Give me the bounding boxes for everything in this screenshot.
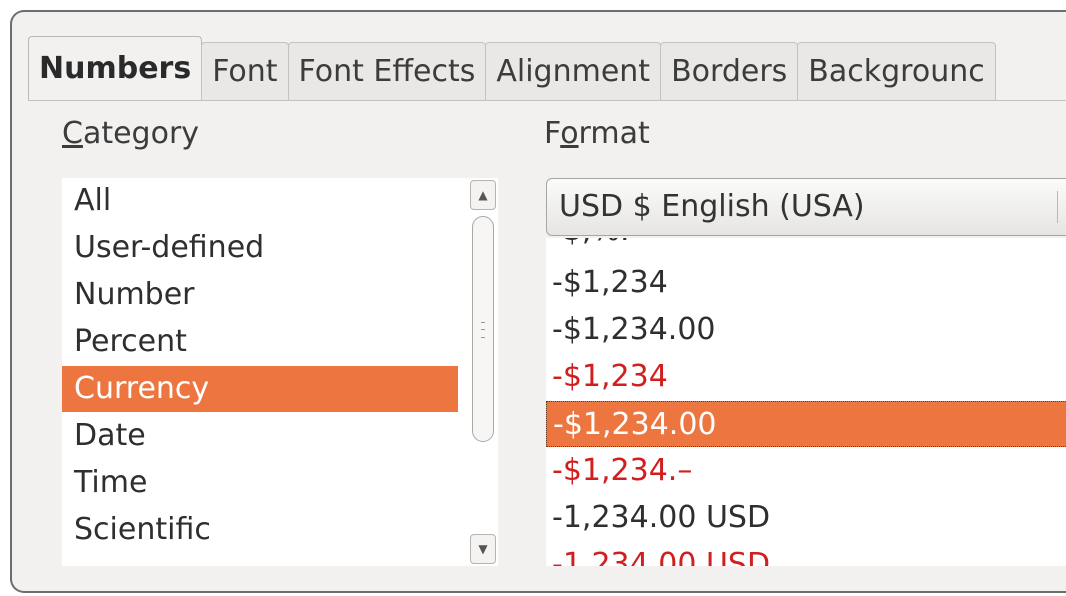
scrollbar-thumb[interactable] <box>472 216 494 442</box>
category-listbox[interactable]: All User-defined Number Percent Currency… <box>62 178 498 566</box>
category-scrollbar[interactable]: ▲ ▼ <box>468 180 498 564</box>
list-item[interactable]: Percent <box>62 319 458 365</box>
combo-separator <box>1057 191 1058 223</box>
list-item-partial: -$,%. <box>546 238 1066 254</box>
list-item[interactable]: -$1,234 <box>546 260 1066 306</box>
list-item[interactable]: Scientific <box>62 507 458 553</box>
list-item[interactable]: Date <box>62 413 458 459</box>
list-item[interactable]: All <box>62 178 458 224</box>
currency-select[interactable]: USD $ English (USA) <box>546 178 1066 236</box>
tab-borders[interactable]: Borders <box>660 42 799 101</box>
tab-alignment[interactable]: Alignment <box>485 42 662 101</box>
category-label: Category <box>62 116 200 151</box>
tab-content-border <box>28 100 1066 101</box>
list-item[interactable]: -$1,234.– <box>546 448 1066 494</box>
currency-select-value: USD $ English (USA) <box>559 189 865 224</box>
format-label: Format <box>544 116 650 151</box>
tab-font[interactable]: Font <box>201 42 289 101</box>
list-item[interactable]: Number <box>62 272 458 318</box>
list-item[interactable]: -$1,234 <box>546 354 1066 400</box>
list-item[interactable]: Time <box>62 460 458 506</box>
list-item[interactable]: -1,234.00 USD <box>546 495 1066 541</box>
tab-background[interactable]: Backgrounc <box>797 42 996 101</box>
format-listbox[interactable]: -$,%. -$1,234 -$1,234.00 -$1,234 -$1,234… <box>546 238 1066 566</box>
list-item[interactable]: User-defined <box>62 225 458 271</box>
list-item[interactable]: -1,234.00 USD <box>546 542 1066 566</box>
tab-bar: Numbers Font Font Effects Alignment Bord… <box>28 27 1066 101</box>
tab-font-effects[interactable]: Font Effects <box>287 42 487 101</box>
format-cells-dialog: Numbers Font Font Effects Alignment Bord… <box>10 10 1066 593</box>
scroll-up-arrow-icon[interactable]: ▲ <box>470 180 496 210</box>
list-item[interactable]: -$1,234.00 <box>546 307 1066 353</box>
list-item-selected[interactable]: -$1,234.00 <box>546 401 1066 447</box>
list-item-selected[interactable]: Currency <box>62 366 458 412</box>
scroll-down-arrow-icon[interactable]: ▼ <box>470 534 496 564</box>
tab-numbers[interactable]: Numbers <box>28 36 203 101</box>
grip-icon <box>481 322 485 338</box>
